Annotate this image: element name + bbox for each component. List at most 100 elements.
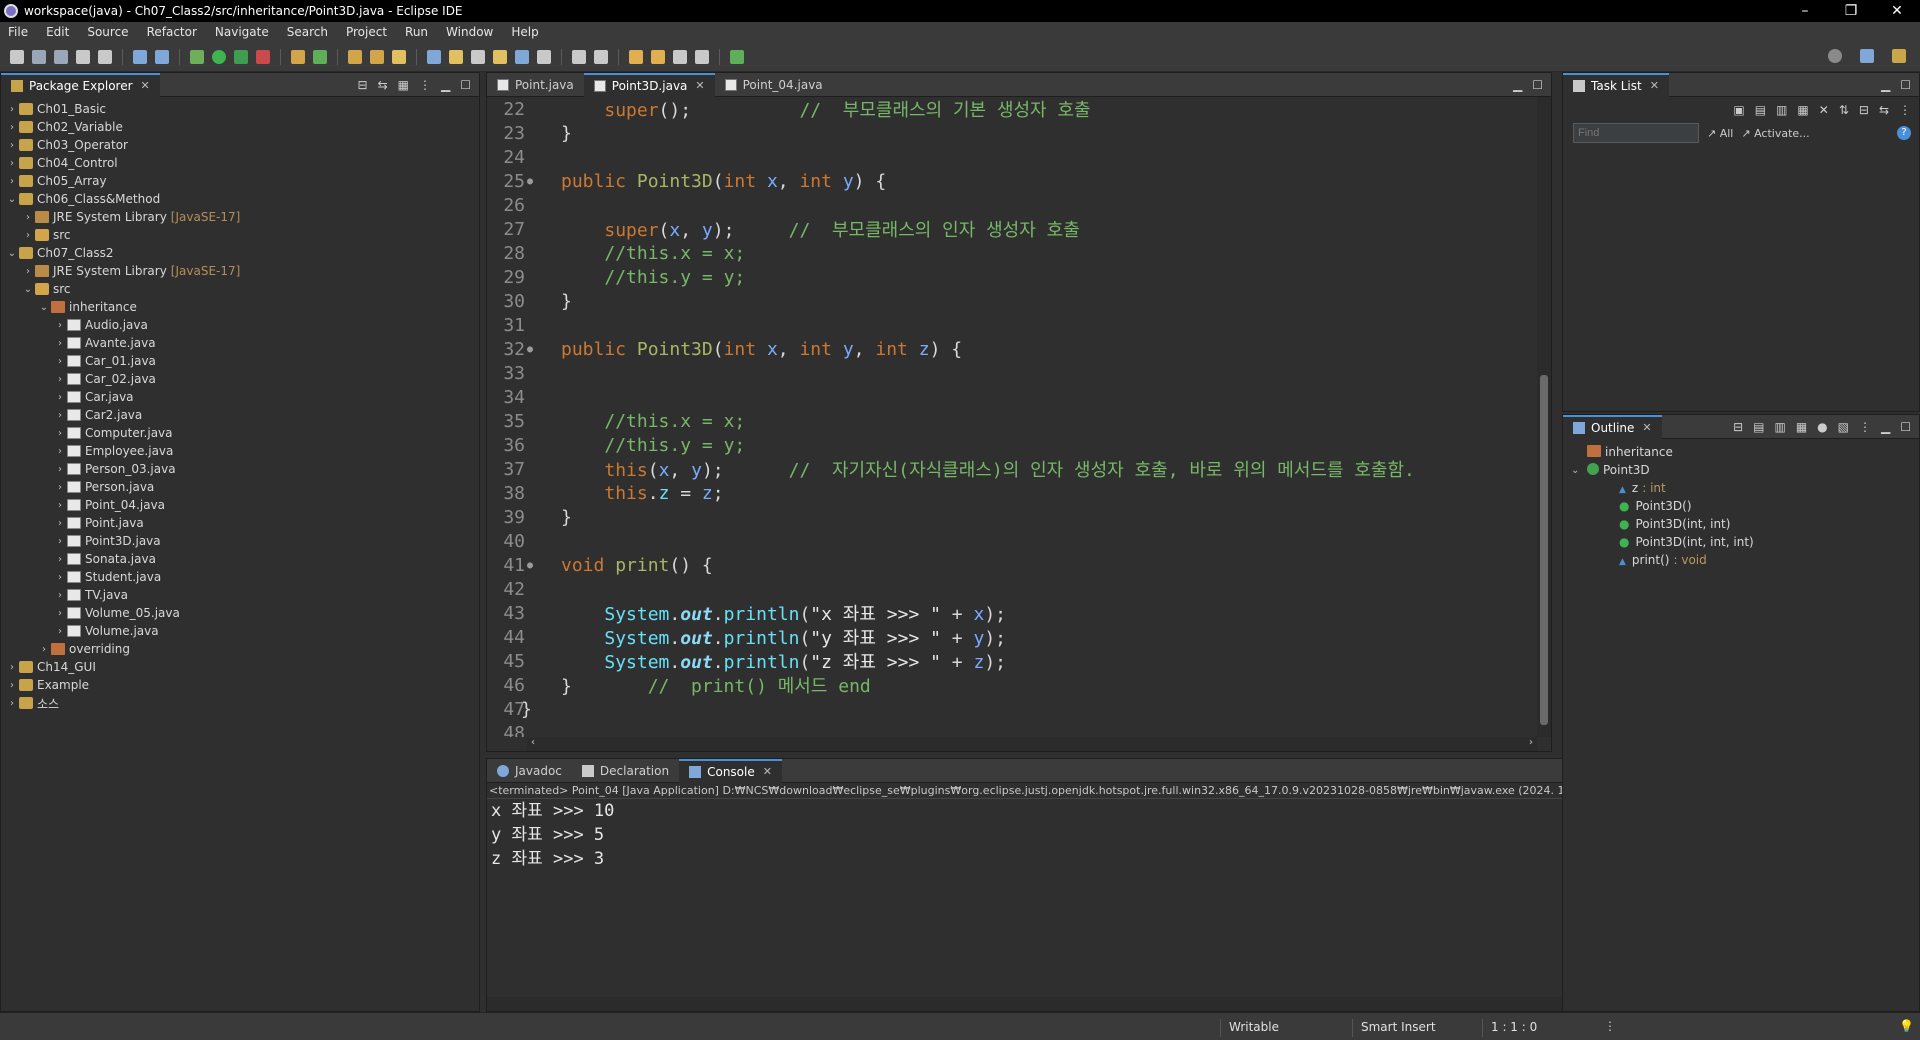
help-icon[interactable]: ?	[1897, 126, 1911, 140]
show-whitespace-icon[interactable]	[493, 49, 507, 64]
tree-node[interactable]: › Ch14_GUI	[1, 658, 479, 676]
pin-editor-icon[interactable]	[730, 49, 744, 64]
hide-static-icon[interactable]: ▦	[1796, 420, 1807, 434]
menu-navigate[interactable]: Navigate	[207, 25, 279, 39]
outline-item[interactable]: ▲ z: int	[1563, 479, 1919, 497]
filter-icon[interactable]: ▦	[398, 78, 409, 92]
chevron-right-icon[interactable]: ›	[53, 518, 67, 529]
tree-node[interactable]: › src	[1, 226, 479, 244]
tree-node[interactable]: ⌄ Ch06_Class&Method	[1, 190, 479, 208]
tree-node[interactable]: ⌄ Ch07_Class2	[1, 244, 479, 262]
tree-node[interactable]: › Student.java	[1, 568, 479, 586]
outline-item[interactable]: ⌄ Point3D	[1563, 461, 1919, 479]
tree-node[interactable]: › Employee.java	[1, 442, 479, 460]
tree-node[interactable]: › Volume.java	[1, 622, 479, 640]
outline-item[interactable]: ● Point3D()	[1563, 497, 1919, 515]
chevron-right-icon[interactable]: ›	[5, 662, 19, 673]
link-with-editor-icon[interactable]: ⇆	[378, 78, 388, 92]
chevron-right-icon[interactable]: ›	[53, 374, 67, 385]
new-icon[interactable]	[10, 49, 24, 64]
chevron-right-icon[interactable]: ›	[5, 698, 19, 709]
fold-marker-icon[interactable]: ●	[527, 560, 537, 571]
close-window-button[interactable]: ✕	[1874, 0, 1920, 22]
fold-marker-icon[interactable]: ●	[527, 176, 537, 187]
chevron-right-icon[interactable]: ›	[53, 536, 67, 547]
tab-outline[interactable]: Outline ✕	[1563, 414, 1662, 439]
skip-breakpoints-icon[interactable]	[155, 49, 169, 64]
view-menu-icon[interactable]: ⋮	[1859, 420, 1871, 434]
tree-node[interactable]: › Sonata.java	[1, 550, 479, 568]
maximize-view-icon[interactable]: ☐	[1532, 78, 1543, 92]
chevron-right-icon[interactable]: ›	[5, 104, 19, 115]
run-icon[interactable]	[212, 49, 226, 64]
minimize-view-icon[interactable]: ▁	[1881, 78, 1890, 92]
collapse-all-icon[interactable]: ⊟	[1859, 103, 1869, 117]
debug-icon[interactable]	[190, 49, 204, 64]
chevron-down-icon[interactable]: ⌄	[5, 194, 19, 205]
scheduled-icon[interactable]: ▥	[1776, 103, 1787, 117]
categorized-icon[interactable]: ▤	[1755, 103, 1766, 117]
fold-marker-icon[interactable]: ●	[527, 344, 537, 355]
tree-node[interactable]: › JRE System Library [JavaSE-17]	[1, 262, 479, 280]
toggle-mark-occurrences-icon[interactable]	[427, 49, 441, 64]
hide-local-types-icon[interactable]: ▧	[1838, 420, 1849, 434]
tab-point3d-java[interactable]: Point3D.java ✕	[583, 72, 715, 97]
tree-node[interactable]: › Ch04_Control	[1, 154, 479, 172]
hide-completed-icon[interactable]: ✕	[1819, 103, 1829, 117]
tree-node[interactable]: › Car_01.java	[1, 352, 479, 370]
chevron-right-icon[interactable]: ›	[37, 644, 51, 655]
focus-icon[interactable]: ⇅	[1839, 103, 1849, 117]
menu-project[interactable]: Project	[338, 25, 397, 39]
search-icon[interactable]	[1828, 49, 1842, 63]
chevron-right-icon[interactable]: ›	[53, 554, 67, 565]
tree-node[interactable]: › overriding	[1, 640, 479, 658]
tree-node[interactable]: › Point3D.java	[1, 532, 479, 550]
minimize-view-icon[interactable]: ▁	[441, 78, 450, 92]
tree-node[interactable]: › Ch03_Operator	[1, 136, 479, 154]
chevron-right-icon[interactable]: ›	[21, 230, 35, 241]
tab-javadoc[interactable]: Javadoc	[487, 759, 572, 783]
chevron-right-icon[interactable]: ›	[53, 428, 67, 439]
external-tools-icon[interactable]	[256, 49, 270, 64]
chevron-right-icon[interactable]: ›	[53, 338, 67, 349]
tree-node[interactable]: › JRE System Library [JavaSE-17]	[1, 208, 479, 226]
menu-help[interactable]: Help	[503, 25, 548, 39]
scrollbar-thumb[interactable]	[1540, 375, 1548, 725]
tip-icon[interactable]: 💡	[1899, 1019, 1914, 1033]
open-type-icon[interactable]	[348, 49, 362, 64]
tab-task-list[interactable]: Task List ✕	[1563, 72, 1669, 97]
tree-node[interactable]: › Point_04.java	[1, 496, 479, 514]
open-task-icon[interactable]	[370, 49, 384, 64]
tree-node[interactable]: › Example	[1, 676, 479, 694]
tree-node[interactable]: › Person.java	[1, 478, 479, 496]
tab-point-java[interactable]: Point.java	[487, 73, 584, 97]
minimize-button[interactable]: –	[1782, 0, 1828, 22]
maximize-view-icon[interactable]: ☐	[460, 78, 471, 92]
chevron-right-icon[interactable]: ›	[53, 500, 67, 511]
forward-icon[interactable]	[695, 49, 709, 64]
back-icon[interactable]	[673, 49, 687, 64]
coverage-icon[interactable]	[234, 49, 248, 64]
chevron-right-icon[interactable]: ›	[53, 320, 67, 331]
all-link[interactable]: ↗ All	[1707, 127, 1733, 140]
java-perspective-icon[interactable]	[1892, 49, 1906, 63]
minimize-view-icon[interactable]: ▁	[1513, 78, 1522, 92]
close-icon[interactable]: ✕	[695, 79, 704, 92]
chevron-right-icon[interactable]: ›	[21, 266, 35, 277]
tree-node[interactable]: ⌄ src	[1, 280, 479, 298]
tree-node[interactable]: › Computer.java	[1, 424, 479, 442]
highlight-icon[interactable]	[449, 49, 463, 64]
maximize-view-icon[interactable]: ☐	[1900, 78, 1911, 92]
tab-point04-java[interactable]: Point_04.java	[715, 73, 833, 97]
chevron-down-icon[interactable]: ⌄	[1571, 465, 1587, 476]
new-java-project-icon[interactable]	[291, 49, 305, 64]
tree-node[interactable]: › Car.java	[1, 388, 479, 406]
outline-item[interactable]: ● Point3D(int, int, int)	[1563, 533, 1919, 551]
menu-window[interactable]: Window	[438, 25, 503, 39]
redo-icon[interactable]	[98, 49, 112, 64]
terminal-icon[interactable]	[133, 49, 147, 64]
outline-item[interactable]: ● Point3D(int, int)	[1563, 515, 1919, 533]
chevron-right-icon[interactable]: ›	[5, 122, 19, 133]
chevron-right-icon[interactable]: ›	[53, 392, 67, 403]
close-icon[interactable]: ✕	[763, 765, 772, 778]
